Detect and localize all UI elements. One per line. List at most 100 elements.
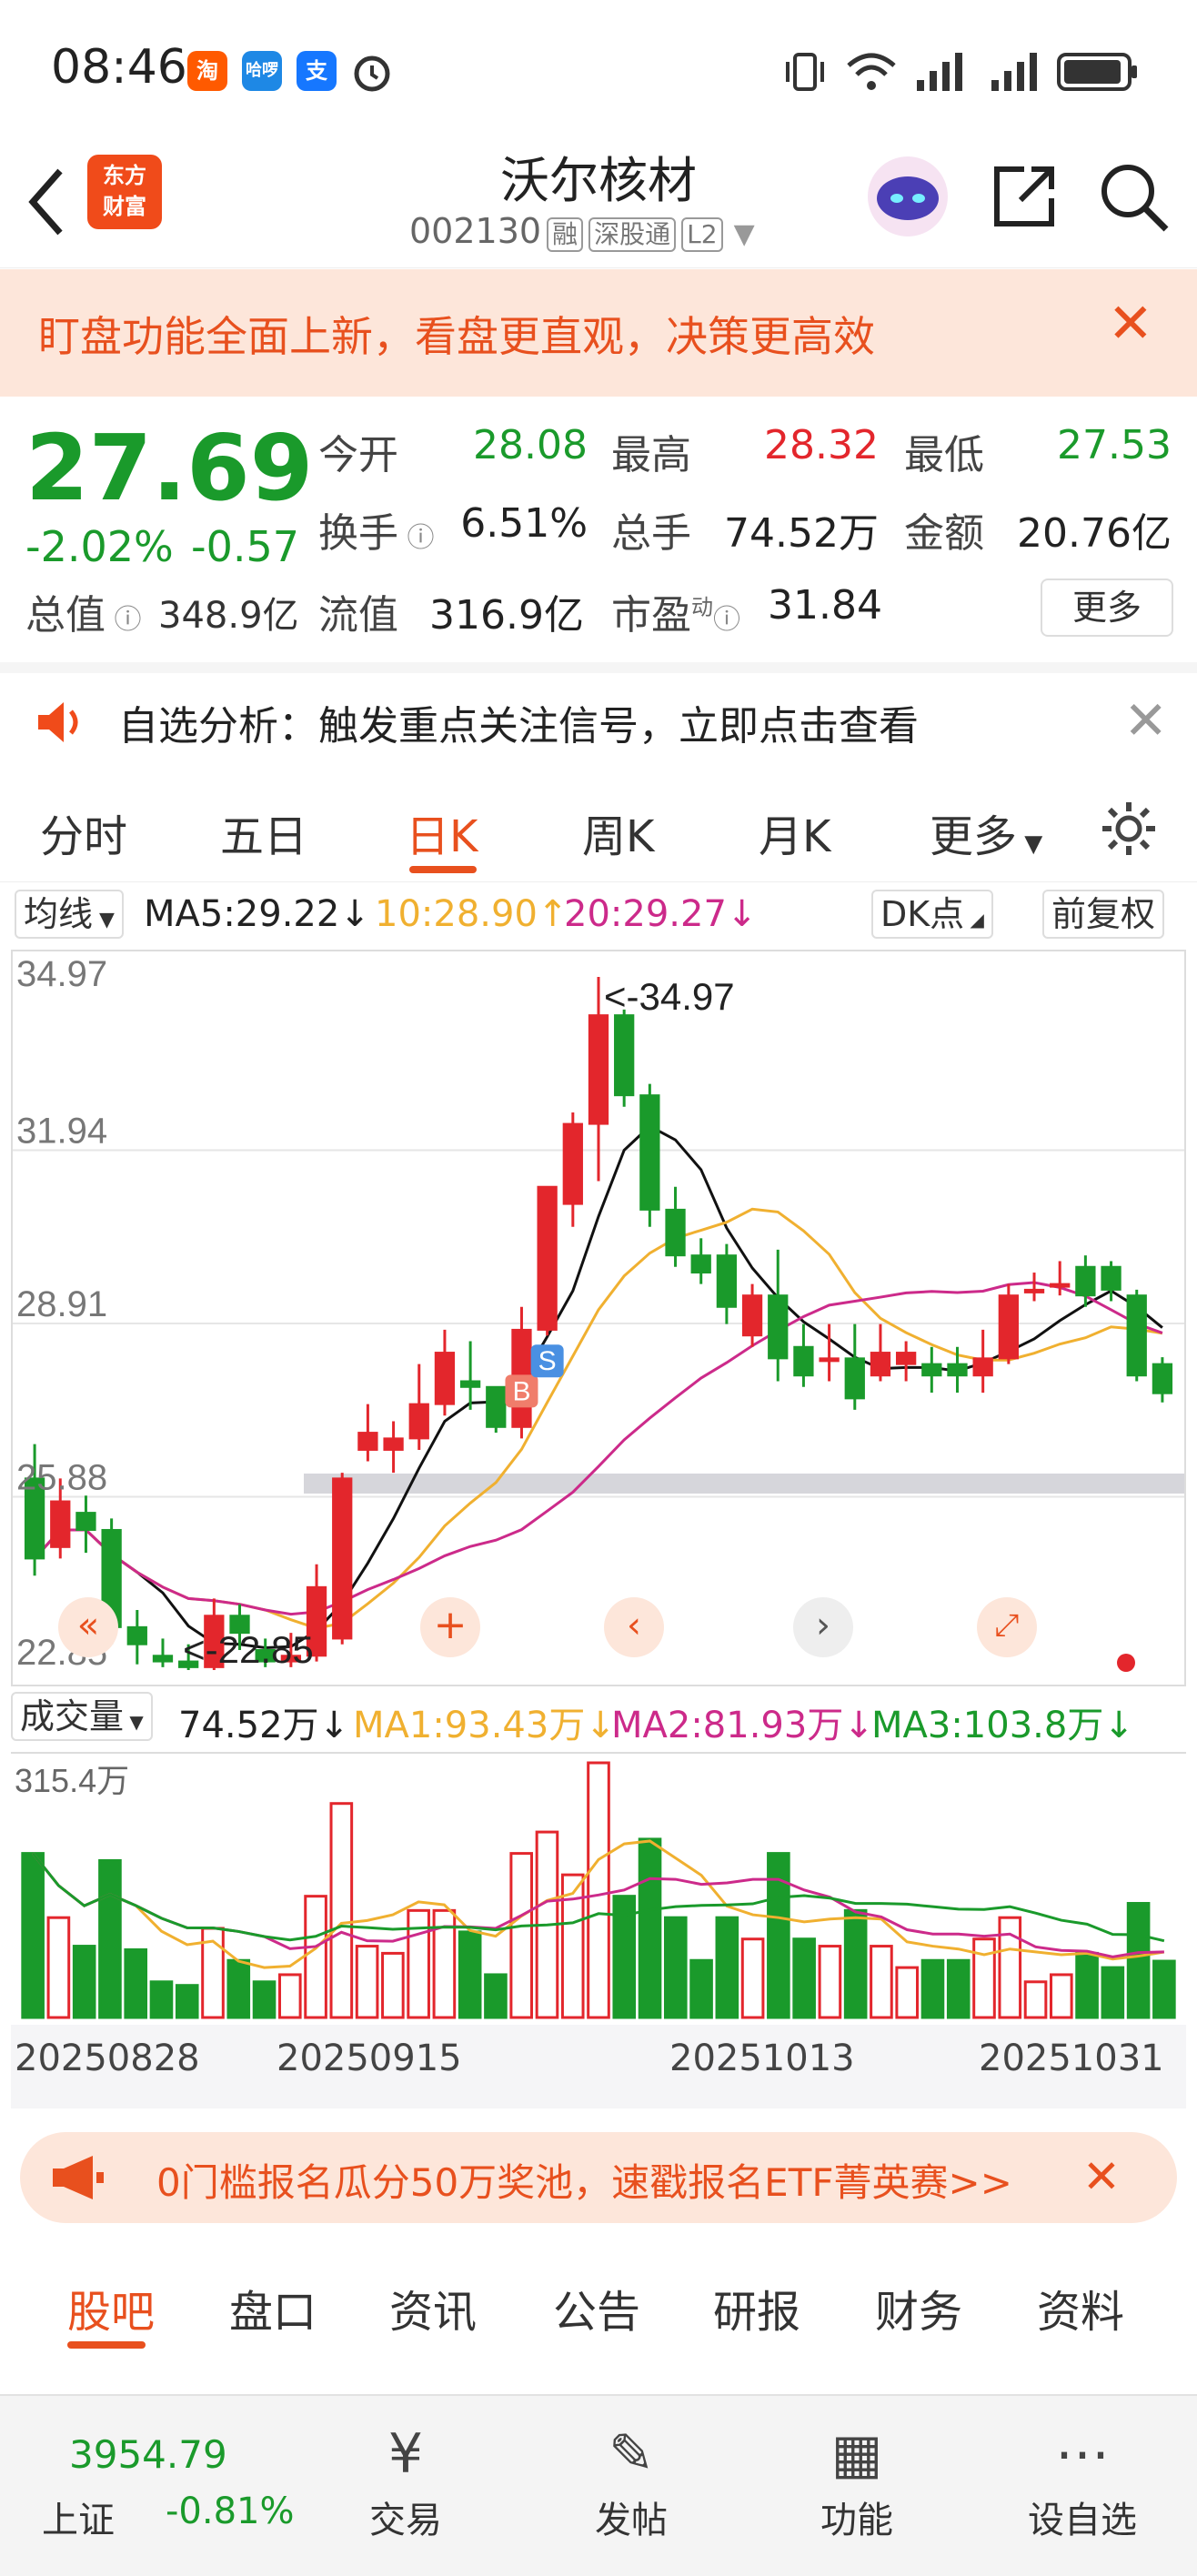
volume-bar: [1075, 1951, 1099, 2019]
candle-body: [1152, 1363, 1173, 1394]
signal-icon-1: [917, 53, 962, 91]
float-label: 流值: [318, 592, 398, 639]
content-tabs: 股吧 盘口 资讯 公告 研报 财务 资料: [0, 2247, 1197, 2356]
date-label-4: 20251031: [979, 2038, 1164, 2079]
live-dot: [1117, 1654, 1135, 1672]
more-button[interactable]: 更多: [1041, 579, 1173, 637]
dk-point-button[interactable]: DK点 ◢: [871, 890, 993, 939]
volume-bar: [998, 1916, 1022, 2019]
status-time: 08:46: [51, 40, 187, 95]
stock-code-row[interactable]: 002130 融深股通 L2 ▼: [409, 211, 755, 252]
banner-text: 盯盘功能全面上新，看盘更直观，决策更高效: [38, 312, 875, 361]
ma5-value: MA5:29.22↓: [144, 893, 370, 935]
current-price: 27.69: [25, 415, 314, 521]
trade-label: 交易: [369, 2500, 442, 2541]
volume-bar: [21, 1852, 45, 2019]
candle-body: [1075, 1265, 1096, 1297]
index-name: 上证: [42, 2500, 115, 2541]
close-icon[interactable]: ✕: [1082, 2150, 1121, 2203]
candle-body: [357, 1432, 378, 1451]
bottom-bar: 3954.79 上证 -0.81% ¥ 交易 ✎ 发帖 ▦ 功能 ⋯ 设自选: [0, 2394, 1197, 2576]
tab-news[interactable]: 资讯: [389, 2276, 477, 2340]
close-icon[interactable]: ✕: [1108, 297, 1153, 351]
volume-chart[interactable]: 315.4万: [11, 1752, 1186, 2021]
mktcap-label: 总值 ⓘ: [25, 592, 142, 639]
adjust-mode-button[interactable]: 前复权: [1042, 890, 1165, 939]
search-icon[interactable]: [1095, 158, 1172, 235]
candle-body: [1023, 1288, 1045, 1293]
tab-minute[interactable]: 分时: [40, 800, 127, 864]
y-tick-label: 25.88: [16, 1458, 107, 1498]
quote-panel: 27.69 -2.02% -0.57 今开 28.08 最高 28.32 最低 …: [0, 397, 1197, 660]
candle-body: [486, 1385, 507, 1428]
alarm-icon: [354, 55, 390, 92]
tab-orderbook[interactable]: 盘口: [229, 2276, 317, 2340]
tab-monthly-k[interactable]: 月K: [759, 800, 830, 864]
candle-body: [1101, 1265, 1122, 1291]
post-button[interactable]: ✎ 发帖: [558, 2418, 704, 2543]
share-icon[interactable]: [988, 160, 1061, 233]
wifi-icon: [847, 53, 896, 90]
volume-value: 74.52万↓: [178, 1705, 350, 1746]
low-label: 最低: [904, 432, 984, 478]
tab-announcements[interactable]: 公告: [553, 2276, 640, 2340]
vol-ma1: MA1:93.43万↓: [353, 1705, 616, 1746]
volume-bar: [689, 1958, 713, 2019]
volume-selector[interactable]: 成交量 ▼: [11, 1692, 153, 1741]
candle-body: [639, 1094, 660, 1211]
robot-assistant-icon[interactable]: [864, 153, 951, 240]
volume-bar: [509, 1852, 534, 2019]
y-tick-label: 28.91: [16, 1284, 107, 1324]
amount-value: 20.76亿: [1017, 510, 1172, 557]
ma-selector[interactable]: 均线 ▼: [15, 890, 124, 939]
volume-svg: 315.4万: [15, 1761, 1176, 2019]
tab-research[interactable]: 研报: [713, 2276, 800, 2340]
alert-text: 自选分析：触发重点关注信号，立即点击查看: [118, 703, 919, 750]
add-watchlist-button[interactable]: ⋯ 设自选: [1010, 2418, 1155, 2543]
volume-bar: [72, 1945, 96, 2019]
chevron-right-icon[interactable]: ›: [793, 1597, 853, 1657]
candle-body: [1050, 1283, 1071, 1288]
battery-icon: [1057, 53, 1137, 91]
date-label-2: 20250915: [277, 2038, 462, 2079]
tab-weekly-k[interactable]: 周K: [582, 800, 654, 864]
functions-button[interactable]: ▦ 功能: [784, 2418, 930, 2543]
close-icon[interactable]: ✕: [1123, 689, 1168, 751]
volume-bar: [715, 1916, 739, 2019]
tab-five-day[interactable]: 五日: [220, 800, 307, 864]
signal-icon-2: [991, 53, 1037, 91]
volume-bar: [149, 1980, 174, 2019]
kline-chart[interactable]: BS 34.97 31.94 28.91 25.88 22.85 <-34.97 <-22.…: [11, 950, 1186, 1686]
tab-more[interactable]: 更多 ▼: [930, 800, 1042, 864]
float-value: 316.9亿: [429, 592, 584, 639]
fullscreen-icon[interactable]: ⤢: [977, 1597, 1037, 1657]
zoom-in-icon[interactable]: +: [420, 1597, 480, 1657]
gear-icon[interactable]: [1099, 799, 1159, 859]
chevron-down-icon: ▼: [733, 218, 755, 250]
ma20-value: 20:29.27↓: [564, 893, 758, 935]
ma10-line: [33, 1207, 1163, 1630]
candle-body: [921, 1363, 942, 1377]
trade-button[interactable]: ¥ 交易: [333, 2418, 478, 2543]
mktcap-value: 348.9亿: [158, 595, 299, 637]
tab-forum[interactable]: 股吧: [67, 2276, 155, 2340]
candle-body: [716, 1254, 738, 1308]
tag-l2: L2: [681, 217, 723, 252]
volume-bar: [920, 1958, 945, 2019]
rewind-icon[interactable]: «: [58, 1597, 118, 1657]
volume-bar: [818, 1945, 842, 2019]
feature-banner[interactable]: 盯盘功能全面上新，看盘更直观，决策更高效 ✕: [0, 269, 1197, 397]
support-band: [304, 1474, 1184, 1494]
megaphone-icon: [53, 2156, 104, 2199]
tab-profile[interactable]: 资料: [1037, 2276, 1124, 2340]
tab-daily-k[interactable]: 日K: [406, 800, 478, 864]
alert-bar[interactable]: 自选分析：触发重点关注信号，立即点击查看 ✕: [0, 662, 1197, 773]
high-label: 最高: [611, 432, 691, 478]
candle-body: [562, 1122, 583, 1205]
chevron-left-icon[interactable]: ‹: [604, 1597, 664, 1657]
volume-bar: [972, 1937, 996, 2019]
tab-finance[interactable]: 财务: [875, 2276, 962, 2340]
sell-signal-label: S: [538, 1346, 557, 1376]
volume-bar: [484, 1973, 508, 2019]
promo-banner[interactable]: 0门槛报名瓜分50万奖池，速戳报名ETF菁英赛>> ✕: [20, 2132, 1177, 2223]
